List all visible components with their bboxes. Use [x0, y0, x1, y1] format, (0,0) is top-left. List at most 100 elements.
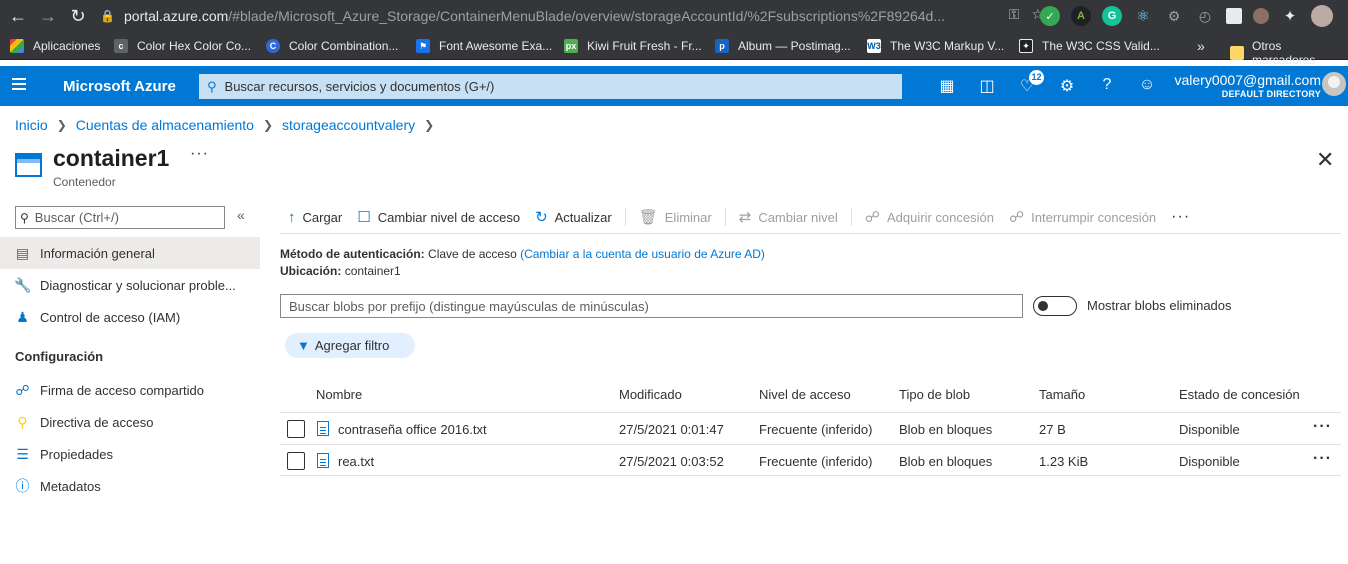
row-checkbox[interactable] — [287, 420, 305, 438]
puzzle-icon[interactable]: ✦ — [1280, 6, 1300, 26]
bookmark-postimage[interactable]: p Album — Postimag... — [715, 39, 851, 53]
table-row[interactable]: contraseña office 2016.txt 27/5/2021 0:0… — [280, 412, 1341, 444]
bookmark-colorcombo[interactable]: C Color Combination... — [266, 39, 398, 53]
delete-button[interactable]: 🗑 Eliminar — [639, 207, 712, 227]
refresh-icon: ↻ — [535, 209, 548, 226]
refresh-button[interactable]: ↻ Actualizar — [535, 207, 612, 227]
change-tier-button[interactable]: ⇄ Cambiar nivel — [739, 207, 838, 227]
column-header-modified[interactable]: Modificado — [619, 387, 682, 402]
location-value: container1 — [344, 264, 401, 278]
global-search-input[interactable]: ⚲ Buscar recursos, servicios y documento… — [199, 74, 902, 99]
sidebar-item-iam[interactable]: ♟ Control de acceso (IAM) — [0, 301, 260, 333]
lock-icon[interactable]: 🔒 — [100, 9, 116, 23]
column-header-lease-state[interactable]: Estado de concesión — [1179, 387, 1300, 402]
collapse-menu-icon[interactable]: « — [237, 207, 245, 223]
add-filter-button[interactable]: ▼ Agregar filtro — [285, 333, 415, 358]
blob-prefix-search-input[interactable]: Buscar blobs por prefijo (distingue mayú… — [280, 294, 1023, 318]
column-header-size[interactable]: Tamaño — [1039, 387, 1085, 402]
change-access-level-button[interactable]: ☐ Cambiar nivel de acceso — [357, 207, 520, 227]
blob-name[interactable]: contraseña office 2016.txt — [338, 422, 487, 437]
switch-to-azure-ad-link[interactable]: (Cambiar a la cuenta de usuario de Azure… — [520, 247, 765, 261]
back-arrow-icon[interactable]: ← — [6, 4, 30, 28]
container-icon — [15, 153, 42, 177]
toolbar-more-button[interactable]: ··· — [1171, 207, 1190, 227]
more-bookmarks-button[interactable]: » — [1197, 38, 1205, 54]
bookmark-fontawesome[interactable]: ⚑ Font Awesome Exa... — [416, 39, 552, 53]
row-checkbox[interactable] — [287, 452, 305, 470]
menu-search-input[interactable]: ⚲ Buscar (Ctrl+/) — [15, 206, 225, 229]
bookmark-label: Album — Postimag... — [738, 39, 851, 53]
show-deleted-label: Mostrar blobs eliminados — [1087, 298, 1232, 313]
gear-extension-icon[interactable]: ⚙ — [1164, 6, 1184, 26]
hamburger-menu-icon[interactable] — [12, 78, 26, 93]
android-extension-icon[interactable]: A — [1071, 6, 1091, 26]
blob-name[interactable]: rea.txt — [338, 454, 374, 469]
react-devtools-icon[interactable]: ⚛ — [1133, 6, 1153, 26]
auth-method-row: Método de autenticación: Clave de acceso… — [280, 247, 765, 261]
other-bookmarks-folder[interactable]: Otros marcadores — [1230, 39, 1348, 67]
breadcrumb-storage-accounts[interactable]: Cuentas de almacenamiento — [76, 117, 254, 133]
bookmark-apps[interactable]: Aplicaciones — [10, 39, 100, 53]
bookmark-w3c-markup[interactable]: W3 The W3C Markup V... — [867, 39, 1004, 53]
location-row: Ubicación: container1 — [280, 264, 401, 278]
sidebar-item-diagnose[interactable]: 🔧 Diagnosticar y solucionar proble... — [0, 269, 260, 301]
acquire-lease-button[interactable]: ☍ Adquirir concesión — [865, 207, 994, 227]
clock-extension-icon[interactable]: ◴ — [1195, 6, 1215, 26]
profile-avatar[interactable] — [1311, 5, 1333, 27]
help-icon[interactable]: ? — [1087, 76, 1127, 96]
column-header-blob-type[interactable]: Tipo de blob — [899, 387, 970, 402]
azure-brand[interactable]: Microsoft Azure — [63, 78, 176, 95]
w3c-css-icon: ✦ — [1019, 39, 1033, 53]
sidebar-item-metadata[interactable]: ⓘ Metadatos — [0, 470, 260, 502]
feedback-smiley-icon[interactable]: ☺ — [1127, 76, 1167, 96]
grammarly-icon[interactable]: G — [1102, 6, 1122, 26]
breadcrumb-home[interactable]: Inicio — [15, 117, 48, 133]
bookmark-label: Color Hex Color Co... — [137, 39, 252, 53]
command-bar: ↑ Cargar ☐ Cambiar nivel de acceso ↻ Act… — [280, 201, 1341, 234]
column-header-name[interactable]: Nombre — [316, 387, 362, 402]
upload-button[interactable]: ↑ Cargar — [288, 207, 342, 227]
text-file-icon — [317, 421, 329, 436]
breadcrumb: Inicio ❯ Cuentas de almacenamiento ❯ sto… — [15, 117, 443, 133]
directory-filter-icon[interactable]: ◫ — [967, 76, 1007, 96]
sidebar-item-properties[interactable]: ☰ Propiedades — [0, 438, 260, 470]
avatar[interactable] — [1322, 72, 1346, 96]
address-bar[interactable]: 🔒 portal.azure.com /#blade/Microsoft_Azu… — [100, 3, 1044, 29]
flag-icon: ⚑ — [416, 39, 430, 53]
sidebar-item-access-policy[interactable]: ⚲ Directiva de acceso — [0, 406, 260, 438]
row-more-button[interactable]: ··· — [1313, 418, 1332, 436]
bookmark-kiwi[interactable]: px Kiwi Fruit Fresh - Fr... — [564, 39, 702, 53]
page-more-button[interactable]: ··· — [190, 145, 209, 163]
grid-extension-icon[interactable] — [1226, 8, 1242, 24]
bookmark-colorhex[interactable]: c Color Hex Color Co... — [114, 39, 251, 53]
show-deleted-toggle[interactable] — [1033, 296, 1077, 316]
cookie-extension-icon[interactable] — [1253, 8, 1269, 24]
key-icon[interactable]: ⚿ — [1009, 6, 1020, 23]
sidebar-item-sas[interactable]: ☍ Firma de acceso compartido — [0, 374, 260, 406]
blob-size: 1.23 KiB — [1039, 454, 1089, 469]
table-row[interactable]: rea.txt 27/5/2021 0:03:52 Frecuente (inf… — [280, 444, 1341, 476]
delete-label: Eliminar — [664, 209, 712, 225]
blob-type: Blob en bloques — [899, 454, 993, 469]
settings-gear-icon[interactable]: ⚙ — [1047, 76, 1087, 96]
bookmark-w3c-css[interactable]: ✦ The W3C CSS Valid... — [1019, 39, 1160, 53]
checkmark-extension-icon[interactable]: ✓ — [1040, 6, 1060, 26]
column-header-access-tier[interactable]: Nivel de acceso — [759, 387, 851, 402]
kebab-menu-icon[interactable]: ⋮ — [1344, 6, 1348, 26]
lock-icon: ☐ — [357, 209, 371, 226]
cloud-shell-icon[interactable]: ▦ — [927, 76, 967, 96]
sidebar-item-overview[interactable]: ▤ Información general — [0, 237, 260, 269]
blob-lease-state: Disponible — [1179, 422, 1240, 437]
close-icon[interactable]: ✕ — [1316, 147, 1334, 173]
breadcrumb-storage-account[interactable]: storageaccountvalery — [282, 117, 415, 133]
url-host: portal.azure.com — [124, 8, 229, 24]
reload-icon[interactable]: ↻ — [66, 4, 90, 28]
user-directory: DEFAULT DIRECTORY — [1221, 89, 1321, 99]
notifications-bell-icon[interactable]: ♡ 12 — [1007, 70, 1047, 96]
add-filter-label: Agregar filtro — [314, 338, 390, 353]
break-lease-button[interactable]: ☍ Interrumpir concesión — [1009, 207, 1156, 227]
refresh-label: Actualizar — [554, 209, 612, 225]
forward-arrow-icon[interactable]: → — [36, 4, 60, 28]
account-menu[interactable]: valery0007@gmail.com DEFAULT DIRECTORY — [1175, 72, 1322, 99]
row-more-button[interactable]: ··· — [1313, 450, 1332, 468]
